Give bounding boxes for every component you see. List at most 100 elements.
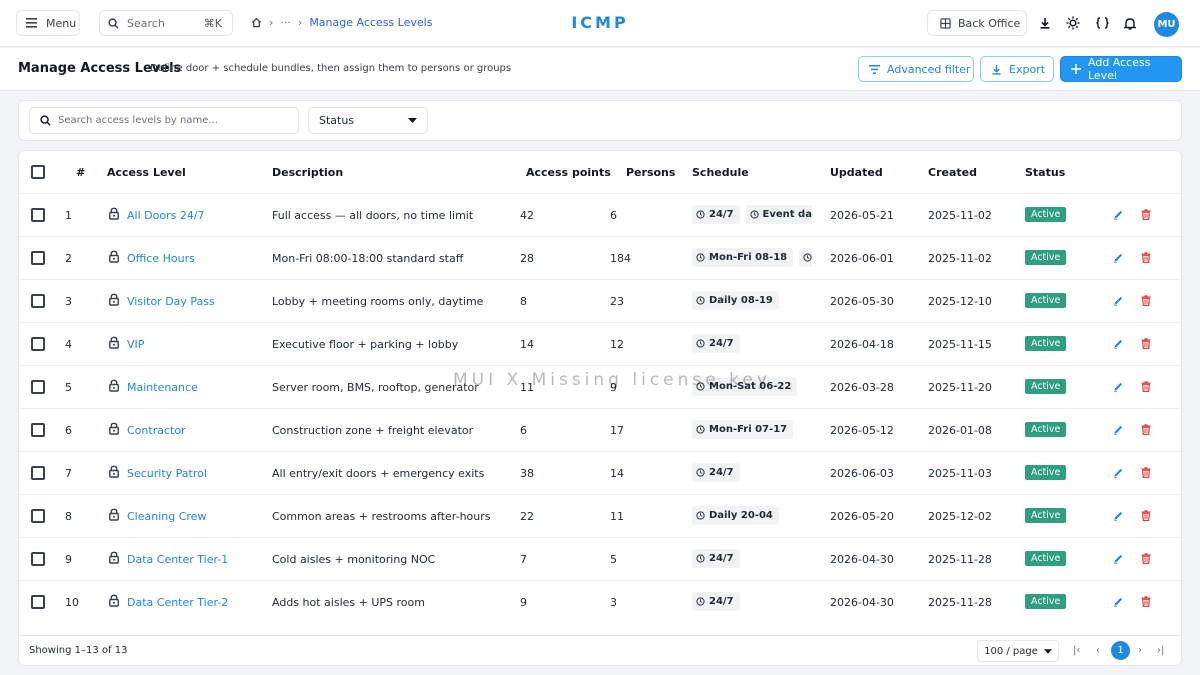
row-checkbox[interactable] — [31, 595, 45, 609]
table-row[interactable]: 8 Cleaning Crew Common areas + restrooms a… — [19, 494, 1181, 537]
current-page-button[interactable]: 1 — [1111, 641, 1130, 660]
schedule-chip: 24/7 — [692, 463, 740, 482]
column-header-persons[interactable]: Persons — [626, 166, 675, 179]
edit-icon[interactable] — [1113, 510, 1124, 521]
notifications-bell-icon[interactable] — [1122, 15, 1138, 31]
clock-icon — [696, 253, 705, 262]
download-icon[interactable] — [1037, 15, 1053, 31]
row-checkbox[interactable] — [31, 337, 45, 351]
row-description: Full access — all doors, no time limit — [272, 209, 474, 222]
status-select[interactable]: Status — [308, 107, 428, 134]
edit-icon[interactable] — [1113, 467, 1124, 478]
previous-page-icon[interactable]: ‹ — [1096, 645, 1100, 656]
schedule-label: Event date — [762, 209, 812, 220]
global-search-button[interactable]: Search ⌘K — [99, 10, 233, 36]
schedule-label: 24/7 — [709, 553, 734, 564]
delete-icon[interactable] — [1141, 424, 1151, 435]
edit-icon[interactable] — [1113, 295, 1124, 306]
export-button[interactable]: Export — [980, 56, 1054, 82]
edit-icon[interactable] — [1113, 338, 1124, 349]
delete-icon[interactable] — [1141, 209, 1151, 220]
table-row[interactable]: 9 Data Center Tier-1 Cold aisles + monitor… — [19, 537, 1181, 580]
column-header-index: # — [76, 166, 86, 179]
lock-icon — [108, 422, 120, 435]
access-level-search[interactable] — [29, 107, 299, 134]
delete-icon[interactable] — [1141, 510, 1151, 521]
access-level-name-link[interactable]: Office Hours — [127, 252, 195, 265]
code-braces-icon[interactable] — [1094, 15, 1110, 31]
access-level-name-link[interactable]: Security Patrol — [127, 467, 207, 480]
search-shortcut: ⌘K — [203, 16, 222, 30]
access-level-name-link[interactable]: All Doors 24/7 — [127, 209, 205, 222]
access-level-name-link[interactable]: VIP — [127, 338, 144, 351]
table-row[interactable]: 7 Security Patrol All entry/exit doors + e… — [19, 451, 1181, 494]
delete-icon[interactable] — [1141, 467, 1151, 478]
edit-icon[interactable] — [1113, 596, 1124, 607]
search-input[interactable] — [58, 115, 278, 126]
edit-icon[interactable] — [1113, 381, 1124, 392]
edit-icon[interactable] — [1113, 209, 1124, 220]
menu-button[interactable]: Menu — [16, 10, 80, 36]
row-created: 2026-01-08 — [928, 424, 992, 437]
table-row[interactable]: 1 All Doors 24/7 Full access — all doors, … — [19, 193, 1181, 236]
table-row[interactable]: 5 Maintenance Server room, BMS, rooftop, g… — [19, 365, 1181, 408]
clock-icon — [696, 382, 705, 391]
back-office-button[interactable]: Back Office — [927, 10, 1027, 36]
access-level-name-link[interactable]: Visitor Day Pass — [127, 295, 215, 308]
delete-icon[interactable] — [1141, 381, 1151, 392]
select-all-checkbox[interactable] — [31, 165, 45, 179]
row-checkbox[interactable] — [31, 294, 45, 308]
edit-icon[interactable] — [1113, 553, 1124, 564]
row-updated: 2026-06-01 — [830, 252, 894, 265]
column-header-schedule[interactable]: Schedule — [692, 166, 749, 179]
row-persons: 12 — [610, 338, 624, 351]
row-checkbox[interactable] — [31, 552, 45, 566]
first-page-icon[interactable]: |‹ — [1073, 645, 1080, 656]
add-access-level-button[interactable]: Add Access Level — [1060, 56, 1182, 82]
row-checkbox[interactable] — [31, 466, 45, 480]
menu-label: Menu — [46, 16, 77, 30]
table-row[interactable]: 4 VIP Executive floor + parking + lobby 14 1… — [19, 322, 1181, 365]
table-row[interactable]: 10 Data Center Tier-2 Adds hot aisles + UP… — [19, 580, 1181, 623]
next-page-icon[interactable]: › — [1138, 645, 1142, 656]
home-icon[interactable] — [251, 17, 262, 28]
delete-icon[interactable] — [1141, 553, 1151, 564]
delete-icon[interactable] — [1141, 295, 1151, 306]
row-access-points: 11 — [520, 381, 534, 394]
access-level-name-link[interactable]: Data Center Tier-1 — [127, 553, 228, 566]
user-avatar[interactable]: MU — [1154, 12, 1179, 37]
row-checkbox[interactable] — [31, 380, 45, 394]
column-header-access-points[interactable]: Access points — [526, 166, 611, 179]
access-level-name-link[interactable]: Contractor — [127, 424, 186, 437]
column-header-updated[interactable]: Updated — [830, 166, 883, 179]
breadcrumb-ellipsis[interactable]: ··· — [280, 16, 291, 29]
breadcrumb-current[interactable]: Manage Access Levels — [309, 16, 432, 29]
column-header-status[interactable]: Status — [1025, 166, 1065, 179]
theme-toggle-icon[interactable] — [1065, 15, 1081, 31]
edit-icon[interactable] — [1113, 424, 1124, 435]
column-header-created[interactable]: Created — [928, 166, 977, 179]
table-row[interactable]: 2 Office Hours Mon-Fri 08:00-18:00 standar… — [19, 236, 1181, 279]
row-checkbox[interactable] — [31, 509, 45, 523]
delete-icon[interactable] — [1141, 252, 1151, 263]
search-icon — [40, 115, 51, 126]
clock-icon — [696, 554, 705, 563]
schedule-chip: Event date — [745, 205, 812, 224]
row-checkbox[interactable] — [31, 251, 45, 265]
access-level-name-link[interactable]: Cleaning Crew — [127, 510, 206, 523]
table-row[interactable]: 6 Contractor Construction zone + freight e… — [19, 408, 1181, 451]
access-level-name-link[interactable]: Maintenance — [127, 381, 198, 394]
column-header-description[interactable]: Description — [272, 166, 343, 179]
row-checkbox[interactable] — [31, 208, 45, 222]
page-size-select[interactable]: 100 / page — [977, 640, 1059, 662]
access-level-name-link[interactable]: Data Center Tier-2 — [127, 596, 228, 609]
last-page-icon[interactable]: ›| — [1157, 645, 1164, 656]
delete-icon[interactable] — [1141, 338, 1151, 349]
table-row[interactable]: 3 Visitor Day Pass Lobby + meeting rooms o… — [19, 279, 1181, 322]
edit-icon[interactable] — [1113, 252, 1124, 263]
column-header-name[interactable]: Access Level — [107, 166, 186, 179]
row-checkbox[interactable] — [31, 423, 45, 437]
row-access-points: 6 — [520, 424, 527, 437]
delete-icon[interactable] — [1141, 596, 1151, 607]
advanced-filter-button[interactable]: Advanced filter — [858, 56, 974, 82]
